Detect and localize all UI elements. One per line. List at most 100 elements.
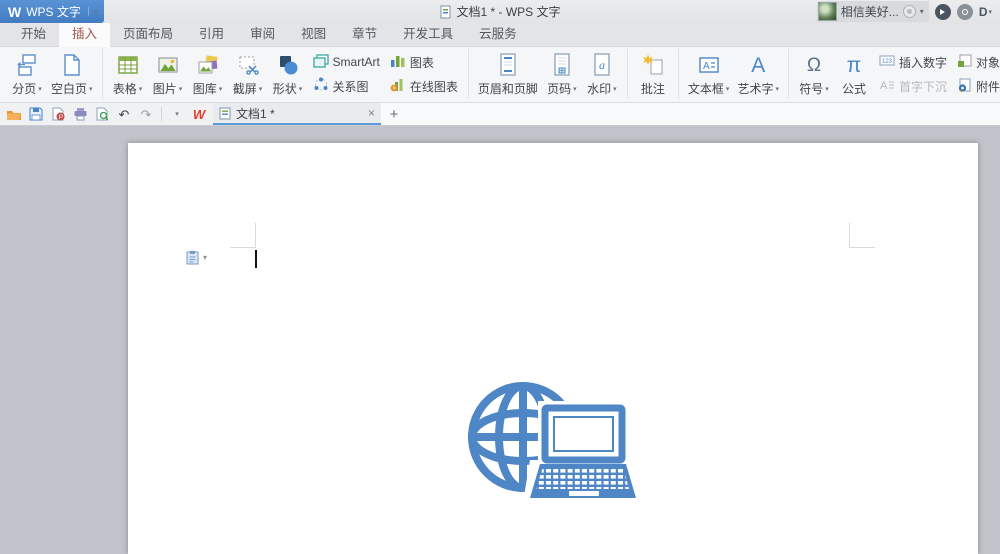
tab-section[interactable]: 章节 bbox=[339, 23, 390, 46]
watermark-button[interactable]: a 水印▾ bbox=[582, 49, 622, 99]
paste-options-icon bbox=[185, 250, 200, 265]
drop-cap-icon: A bbox=[879, 78, 895, 94]
paste-options-button[interactable]: ▾ bbox=[185, 250, 207, 265]
table-button[interactable]: 表格▾ bbox=[108, 49, 148, 99]
header-footer-icon bbox=[496, 52, 520, 78]
button-label: 表格▾ bbox=[113, 80, 143, 97]
relation-diagram-button[interactable]: 关系图 bbox=[310, 76, 383, 96]
print-preview-button[interactable] bbox=[92, 105, 112, 124]
user-avatar[interactable] bbox=[818, 2, 837, 21]
wordart-button[interactable]: A 艺术字▾ bbox=[733, 49, 783, 99]
title-bar: W WPS 文字 ▾ 文档1 * - WPS 文字 相信美好... ▾ D▾ bbox=[0, 0, 1000, 23]
chart-button[interactable]: 图表 bbox=[387, 52, 461, 72]
ribbon-group-comment: 批注 bbox=[627, 49, 678, 99]
formula-button[interactable]: π 公式 bbox=[834, 49, 874, 99]
shapes-icon bbox=[276, 52, 300, 78]
wps-logo-icon: W bbox=[8, 4, 21, 20]
print-button[interactable] bbox=[70, 105, 90, 124]
button-label: 附件 bbox=[976, 78, 1000, 95]
upgrade-icon[interactable] bbox=[957, 4, 973, 20]
insert-number-icon: 123 bbox=[879, 54, 895, 70]
button-label: 插入数字 bbox=[899, 54, 947, 71]
drop-cap-button: A 首字下沉 bbox=[876, 77, 950, 96]
ribbon-group-symbols: Ω 符号▾ π 公式 123 插入数字 A 首字下沉 对象 ▾ bbox=[788, 49, 1000, 99]
button-label: 水印▾ bbox=[587, 80, 617, 97]
open-file-button[interactable] bbox=[4, 105, 24, 124]
redo-icon: ↷ bbox=[141, 108, 152, 121]
app-menu-button[interactable]: W WPS 文字 ▾ bbox=[0, 0, 104, 23]
text-box-button[interactable]: A 文本框▾ bbox=[684, 49, 734, 99]
chevron-down-icon[interactable]: ▾ bbox=[920, 7, 924, 16]
toolbar-options-button[interactable]: ▾ bbox=[167, 105, 187, 124]
chevron-down-icon: ▾ bbox=[299, 85, 303, 93]
insert-number-button[interactable]: 123 插入数字 bbox=[876, 53, 950, 72]
tab-home[interactable]: 开始 bbox=[8, 23, 59, 46]
printer-icon bbox=[73, 107, 88, 121]
chevron-down-icon: ▾ bbox=[726, 85, 730, 93]
redo-button[interactable]: ↷ bbox=[136, 105, 156, 124]
save-button[interactable] bbox=[26, 105, 46, 124]
undo-button[interactable]: ↶ bbox=[114, 105, 134, 124]
shapes-button[interactable]: 形状▾ bbox=[268, 49, 308, 99]
button-label: 图表 bbox=[410, 54, 434, 71]
table-icon bbox=[116, 52, 140, 78]
new-tab-button[interactable]: + bbox=[381, 103, 407, 125]
document-icon bbox=[219, 107, 231, 120]
screenshot-button[interactable]: 截屏▾ bbox=[228, 49, 268, 99]
symbol-icon: Ω bbox=[807, 52, 821, 78]
ribbon-tab-bar: 开始 插入 页面布局 引用 审阅 视图 章节 开发工具 云服务 bbox=[0, 23, 1000, 47]
account-menu[interactable]: 相信美好... ▾ bbox=[817, 1, 929, 22]
gallery-button[interactable]: 图库▾ bbox=[188, 49, 228, 99]
svg-text:A: A bbox=[880, 80, 888, 91]
tab-page-layout[interactable]: 页面布局 bbox=[110, 23, 186, 46]
docer-menu[interactable]: D▾ bbox=[979, 4, 992, 20]
text-cursor bbox=[255, 250, 257, 268]
picture-icon bbox=[156, 52, 180, 78]
chevron-down-icon: ▾ bbox=[219, 85, 223, 93]
attachment-icon bbox=[957, 78, 972, 95]
page-break-button[interactable]: 分页▾ bbox=[7, 49, 47, 99]
button-label: 关系图 bbox=[333, 78, 369, 95]
online-chart-button[interactable]: 在线图表 bbox=[387, 76, 461, 96]
svg-text:P: P bbox=[59, 114, 63, 121]
comment-icon bbox=[641, 52, 665, 78]
wps-logo-icon: W bbox=[193, 107, 205, 122]
blank-page-button[interactable]: 空白页▾ bbox=[47, 49, 97, 99]
app-name: WPS 文字 bbox=[26, 3, 81, 20]
button-label: 空白页▾ bbox=[51, 80, 93, 97]
globe-laptop-image[interactable] bbox=[466, 372, 636, 515]
object-button[interactable]: 对象 ▾ bbox=[954, 53, 1000, 72]
tab-references[interactable]: 引用 bbox=[186, 23, 237, 46]
tab-developer[interactable]: 开发工具 bbox=[390, 23, 466, 46]
symbol-button[interactable]: Ω 符号▾ bbox=[794, 49, 834, 99]
page-break-icon bbox=[15, 52, 39, 78]
community-icon[interactable] bbox=[935, 4, 951, 20]
save-icon bbox=[29, 107, 43, 121]
button-label: 截屏▾ bbox=[233, 80, 263, 97]
tab-cloud[interactable]: 云服务 bbox=[466, 23, 530, 46]
header-footer-button[interactable]: 页眉和页脚 bbox=[474, 49, 542, 99]
smartart-button[interactable]: SmartArt bbox=[310, 52, 383, 72]
export-pdf-button[interactable]: P bbox=[48, 105, 68, 124]
formula-icon: π bbox=[847, 52, 862, 78]
chevron-down-icon: ▾ bbox=[613, 85, 617, 93]
comment-button[interactable]: 批注 bbox=[633, 49, 673, 99]
chevron-down-icon: ▾ bbox=[89, 85, 93, 93]
watermark-icon: a bbox=[590, 52, 614, 78]
close-tab-icon[interactable]: × bbox=[368, 106, 375, 120]
chevron-down-icon[interactable]: ▾ bbox=[88, 7, 98, 16]
quick-icons: P ↶ ↷ ▾ W bbox=[0, 103, 213, 125]
ribbon-group-pages: 分页▾ 空白页▾ bbox=[2, 49, 102, 99]
picture-button[interactable]: 图片▾ bbox=[148, 49, 188, 99]
ribbon-group-header-footer: 页眉和页脚 页码▾ a 水印▾ bbox=[468, 49, 627, 99]
tab-insert[interactable]: 插入 bbox=[59, 23, 110, 47]
wps-home-button[interactable]: W bbox=[189, 105, 209, 124]
tab-view[interactable]: 视图 bbox=[288, 23, 339, 46]
page-number-button[interactable]: 页码▾ bbox=[542, 49, 582, 99]
attachment-button[interactable]: 附件 bbox=[954, 77, 1000, 96]
document-canvas[interactable]: ▾ bbox=[0, 126, 1000, 554]
undo-icon: ↶ bbox=[119, 108, 130, 121]
tab-review[interactable]: 审阅 bbox=[237, 23, 288, 46]
document-page[interactable]: ▾ bbox=[128, 143, 978, 554]
document-tab[interactable]: 文档1 * × bbox=[213, 103, 381, 125]
